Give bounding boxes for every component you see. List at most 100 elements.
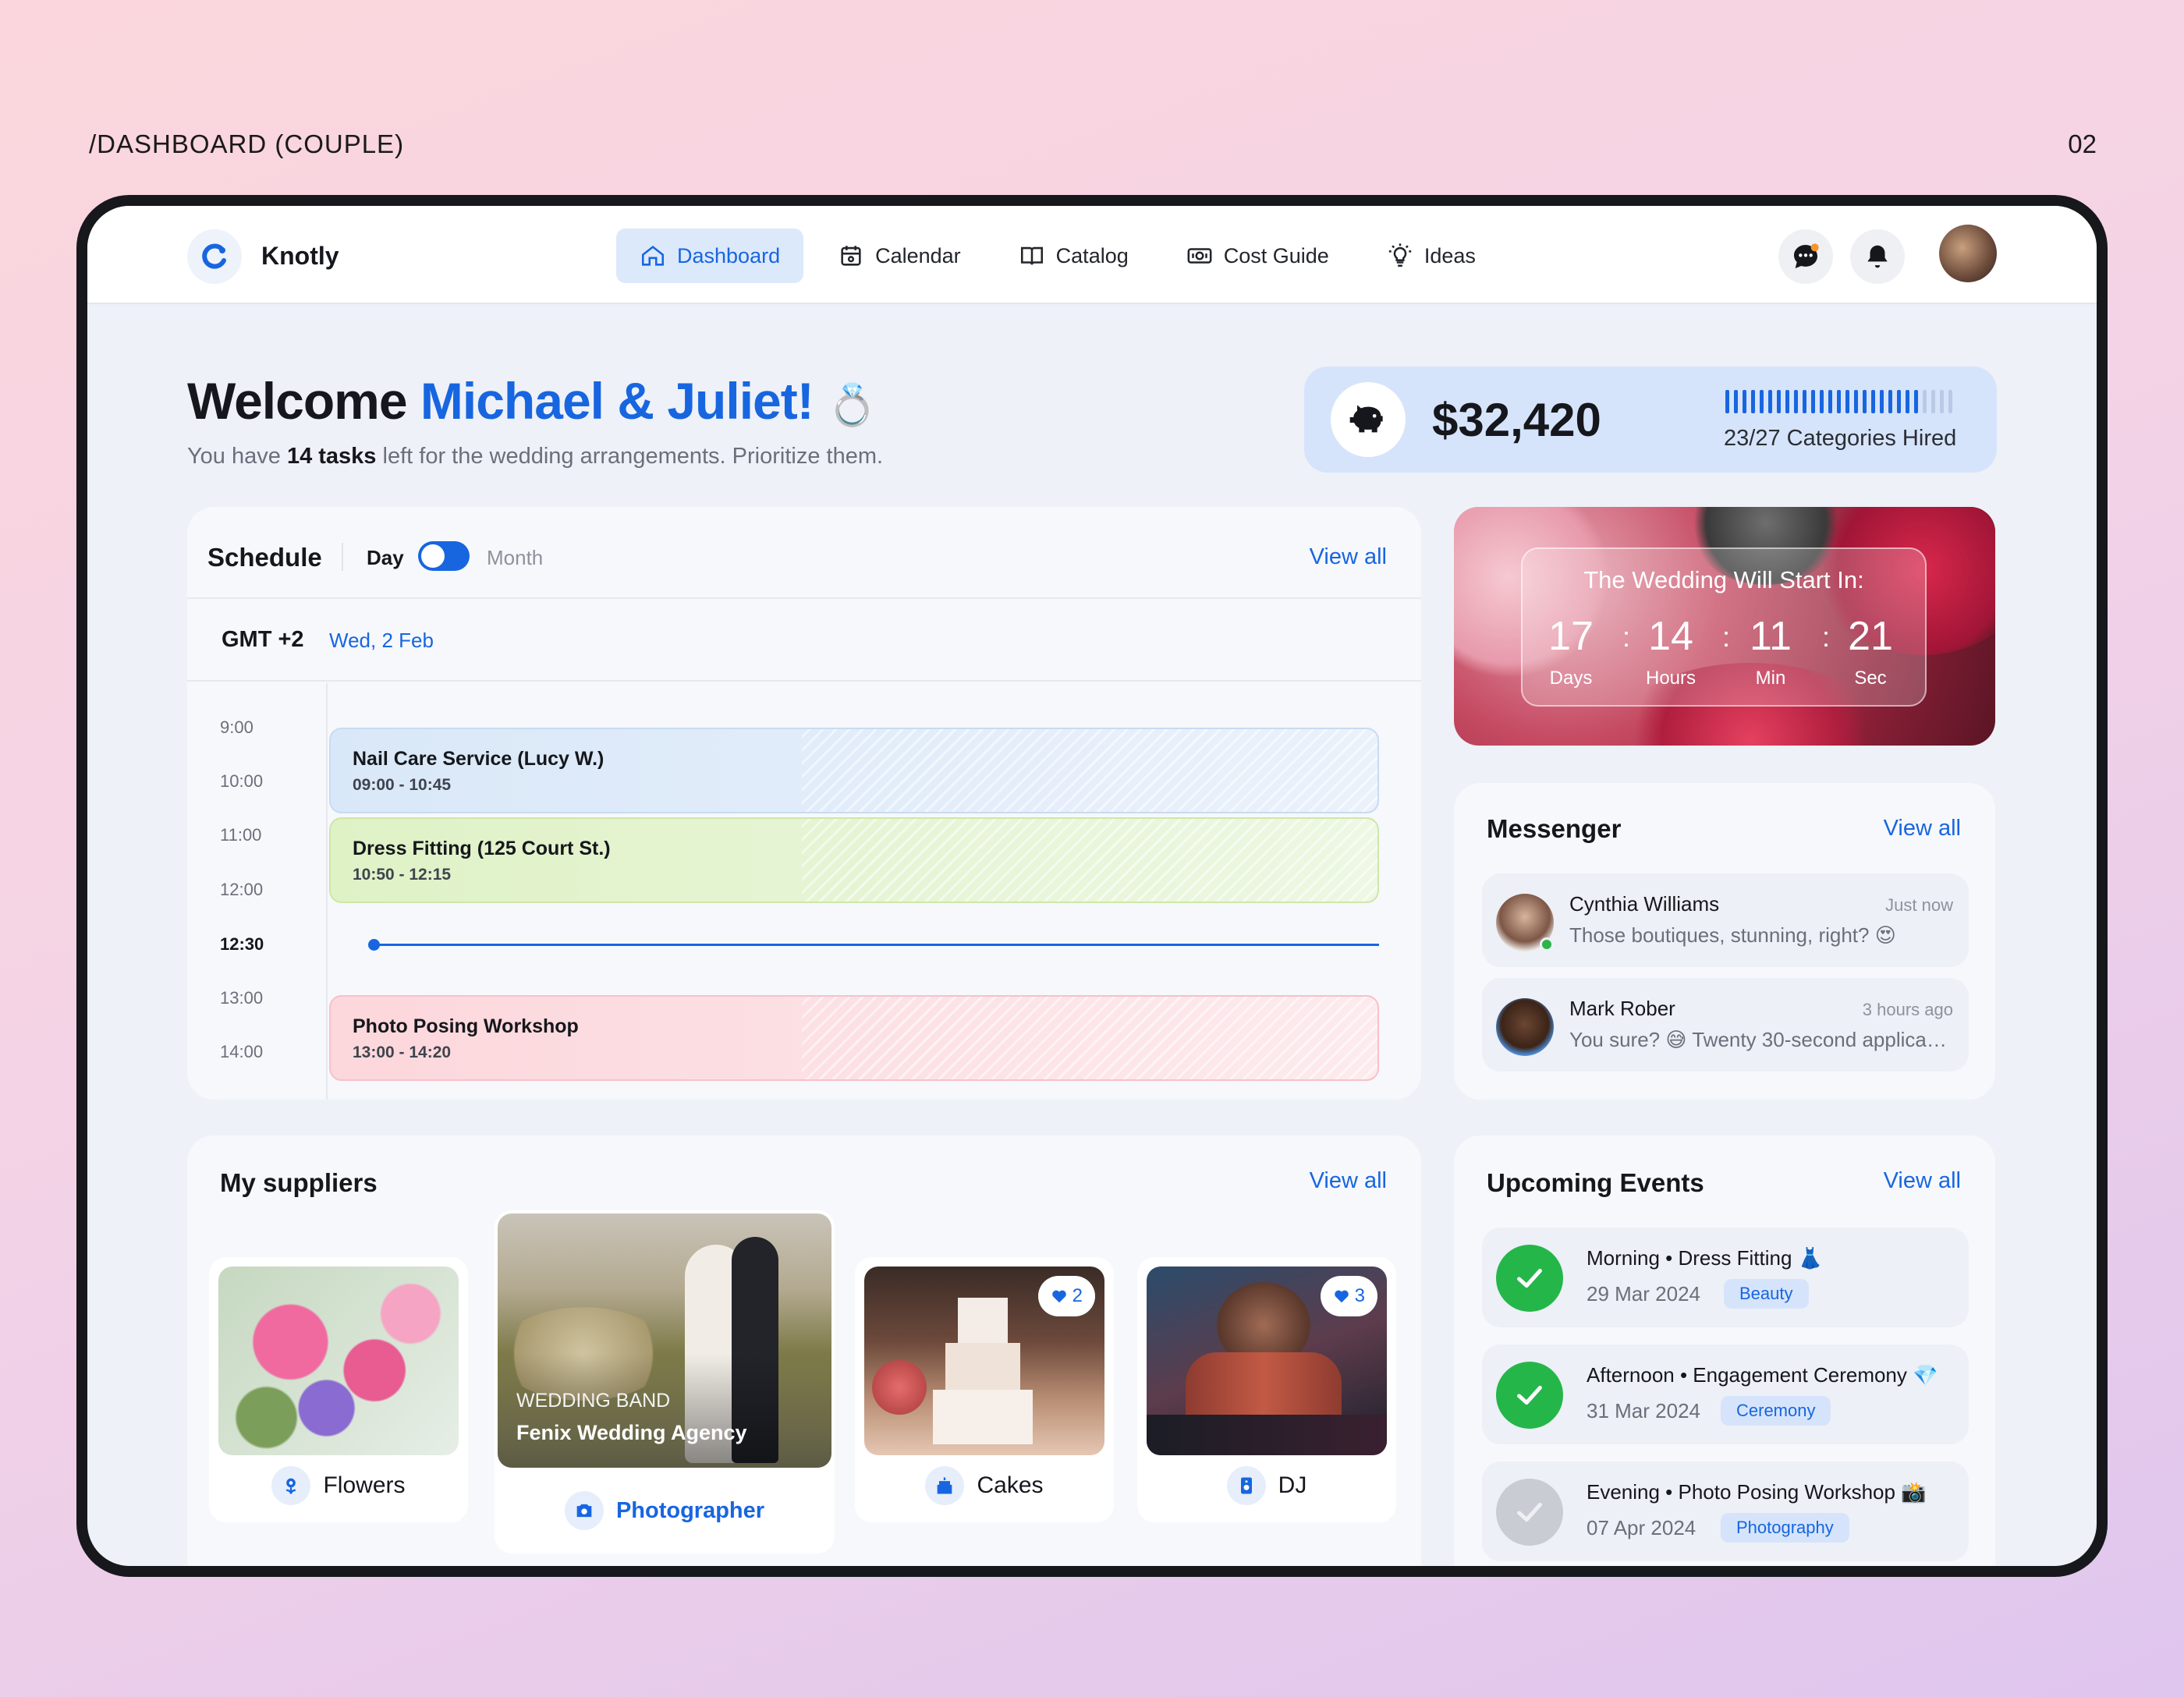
nav-catalog[interactable]: Catalog (995, 229, 1152, 283)
user-avatar[interactable] (1939, 225, 1997, 282)
task-count: 14 tasks (286, 444, 377, 469)
supplier-cakes[interactable]: 2 Cakes (855, 1257, 1114, 1522)
current-time-label: 12:30 (220, 934, 264, 954)
progress-tick (1725, 390, 1729, 413)
camera-icon (564, 1491, 604, 1530)
countdown-separator: : (1622, 621, 1631, 653)
couple-names: Michael & Juliet! (420, 372, 814, 430)
day-month-toggle[interactable] (418, 541, 470, 571)
upcoming-event-item[interactable]: Evening • Photo Posing Workshop 📸 07 Apr… (1482, 1461, 1969, 1561)
hour-label: 9:00 (220, 717, 254, 737)
nav-label: Dashboard (677, 243, 781, 267)
budget-card[interactable]: $32,420 23/27 Categories Hired (1304, 367, 1997, 473)
upcoming-view-all-link[interactable]: View all (1884, 1168, 1961, 1194)
divider (342, 543, 343, 571)
current-time-dot (368, 939, 380, 951)
nav-ideas[interactable]: Ideas (1363, 229, 1499, 283)
supplier-flowers[interactable]: Flowers (209, 1257, 468, 1522)
countdown-label: Days (1549, 668, 1593, 689)
nav-calendar[interactable]: Calendar (814, 229, 984, 283)
money-icon (1187, 248, 1212, 264)
upcoming-event-title: Afternoon • Engagement Ceremony 💎 (1587, 1363, 1938, 1387)
current-time-line (373, 944, 1379, 946)
category-tag[interactable]: Ceremony (1721, 1396, 1831, 1426)
progress-tick (1940, 390, 1944, 413)
supplier-name: Flowers (323, 1472, 406, 1498)
progress-tick (1906, 390, 1909, 413)
nav-label: Ideas (1424, 243, 1476, 267)
time-axis-line (326, 683, 328, 1100)
upcoming-event-date: 07 Apr 2024 (1587, 1516, 1696, 1539)
countdown-minutes: 11 (1750, 614, 1792, 659)
hired-progress-bar (1725, 390, 1952, 413)
upcoming-event-item[interactable]: Morning • Dress Fitting 👗 29 Mar 2024 Be… (1482, 1228, 1969, 1327)
knotly-logo-icon[interactable] (187, 229, 242, 284)
nav-dashboard[interactable]: Dashboard (616, 229, 804, 283)
supplier-dj[interactable]: 3 DJ (1137, 1257, 1396, 1522)
device-frame: Knotly Dashboard Calendar Catalog Cost G… (76, 195, 2108, 1577)
ring-emoji: 💍 (827, 383, 878, 428)
event-time: 10:50 - 12:15 (353, 866, 452, 884)
suppliers-view-all-link[interactable]: View all (1310, 1168, 1387, 1194)
welcome-greeting: Welcome (187, 372, 408, 430)
category-tag[interactable]: Beauty (1724, 1279, 1809, 1309)
countdown-box: The Wedding Will Start In: 17 : 14 : 11 … (1521, 547, 1927, 707)
chat-button[interactable] (1778, 229, 1833, 284)
hour-label: 12:00 (220, 880, 264, 899)
budget-amount: $32,420 (1432, 394, 1601, 446)
supplier-label: Photographer (495, 1491, 835, 1530)
message-sender: Mark Rober (1569, 997, 1675, 1020)
nav-cost-guide[interactable]: Cost Guide (1163, 229, 1353, 283)
progress-tick (1785, 390, 1789, 413)
progress-tick (1803, 390, 1806, 413)
countdown-hours: 14 (1648, 614, 1693, 659)
page-title: /DASHBOARD (COUPLE) (89, 129, 405, 158)
like-count: 2 (1072, 1285, 1083, 1306)
countdown-label: Sec (1854, 668, 1887, 689)
notifications-button[interactable] (1850, 229, 1905, 284)
progress-tick (1828, 390, 1832, 413)
supplier-photographer[interactable]: WEDDING BAND Fenix Wedding Agency Photog… (495, 1210, 835, 1554)
schedule-date[interactable]: Wed, 2 Feb (329, 629, 434, 653)
piggy-bank-icon (1331, 382, 1406, 457)
supplier-name: Photographer (615, 1497, 765, 1523)
progress-tick (1931, 390, 1935, 413)
hour-label: 13:00 (220, 988, 264, 1008)
message-item[interactable]: Cynthia Williams Just now Those boutique… (1482, 873, 1969, 967)
check-circle-icon[interactable] (1496, 1479, 1563, 1546)
schedule-event[interactable]: Photo Posing Workshop 13:00 - 14:20 (329, 995, 1379, 1081)
progress-tick (1760, 390, 1764, 413)
like-badge[interactable]: 3 (1320, 1276, 1377, 1316)
schedule-event[interactable]: Nail Care Service (Lucy W.) 09:00 - 10:4… (329, 728, 1379, 813)
upcoming-event-item[interactable]: Afternoon • Engagement Ceremony 💎 31 Mar… (1482, 1344, 1969, 1444)
check-circle-icon[interactable] (1496, 1245, 1563, 1312)
like-badge[interactable]: 2 (1037, 1276, 1095, 1316)
dj-deck-shape (1147, 1415, 1387, 1455)
message-item[interactable]: Mark Rober 3 hours ago You sure? 😅 Twent… (1482, 978, 1969, 1072)
subtitle-suffix: left for the wedding arrangements. Prior… (382, 444, 884, 469)
messenger-view-all-link[interactable]: View all (1884, 816, 1961, 841)
event-time: 13:00 - 14:20 (353, 1043, 452, 1061)
check-circle-icon[interactable] (1496, 1362, 1563, 1429)
flower-decoration (872, 1360, 927, 1415)
countdown-label: Hours (1645, 668, 1696, 689)
supplier-label: Flowers (209, 1466, 468, 1505)
progress-tick (1751, 390, 1755, 413)
upcoming-event-title: Morning • Dress Fitting 👗 (1587, 1246, 1823, 1270)
toggle-month-label[interactable]: Month (487, 546, 543, 570)
event-hatch (801, 729, 1377, 812)
schedule-event[interactable]: Dress Fitting (125 Court St.) 10:50 - 12… (329, 817, 1379, 903)
home-icon (641, 246, 665, 266)
category-tag[interactable]: Photography (1721, 1513, 1849, 1543)
schedule-view-all-link[interactable]: View all (1310, 544, 1387, 570)
hour-label: 10:00 (220, 771, 264, 791)
flowers-image (218, 1267, 459, 1455)
message-sender: Cynthia Williams (1569, 892, 1720, 916)
cake-tier-shape (945, 1343, 1020, 1391)
message-preview: Those boutiques, stunning, right? 😍 (1569, 923, 1896, 947)
countdown-separator: : (1822, 621, 1831, 653)
photographer-image: WEDDING BAND Fenix Wedding Agency (498, 1213, 831, 1468)
welcome-subtitle: You have 14 tasks left for the wedding a… (187, 444, 883, 469)
event-title: Photo Posing Workshop (353, 1015, 579, 1037)
heart-icon (1051, 1290, 1066, 1303)
